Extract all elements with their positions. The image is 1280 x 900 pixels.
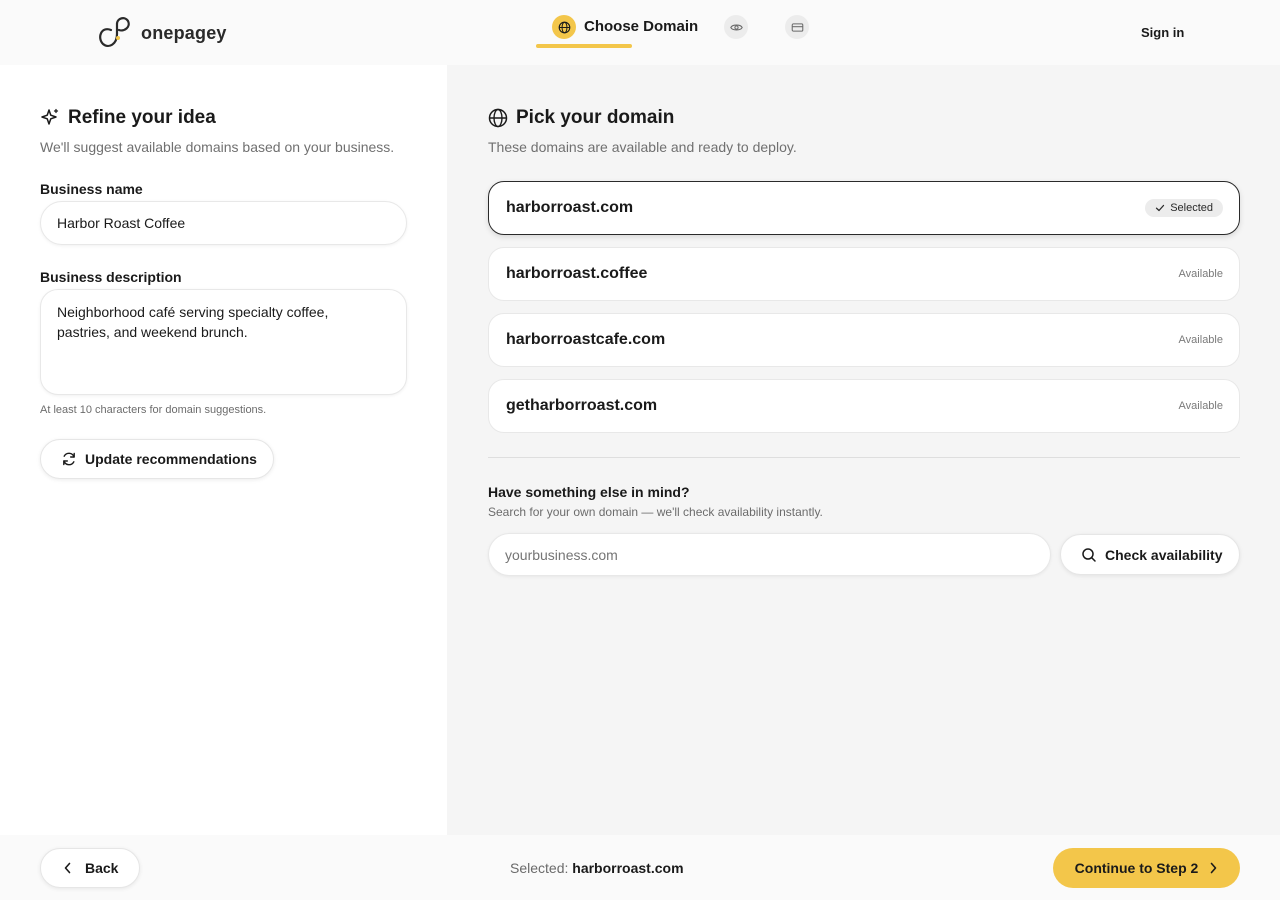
selected-domain: harborroast.com — [572, 860, 684, 876]
step-preview[interactable] — [724, 15, 748, 39]
custom-domain-title: Have something else in mind? — [488, 484, 690, 500]
back-button[interactable]: Back — [40, 848, 140, 888]
refine-subtitle: We'll suggest available domains based on… — [40, 139, 395, 155]
check-icon — [1156, 204, 1165, 212]
business-description-input[interactable]: Neighborhood café serving specialty coff… — [40, 289, 407, 395]
business-name-label: Business name — [40, 181, 143, 197]
domain-panel: Pick your domain These domains are avail… — [447, 65, 1280, 835]
domain-name: harborroast.com — [506, 199, 634, 216]
logo-icon — [99, 17, 130, 48]
pick-domain-title: Pick your domain — [488, 107, 674, 129]
globe-icon — [552, 15, 576, 39]
custom-domain-input[interactable] — [488, 533, 1051, 576]
step-label: Choose Domain — [584, 18, 699, 35]
domain-option[interactable]: harborroast.com Selected — [488, 181, 1240, 235]
business-description-label: Business description — [40, 269, 182, 285]
selected-badge: Selected — [1145, 199, 1223, 217]
divider — [488, 457, 1240, 458]
step-nav: Choose Domain — [536, 0, 809, 65]
availability-status: Available — [1178, 268, 1223, 280]
pick-domain-subtitle: These domains are available and ready to… — [488, 139, 797, 155]
update-recommendations-label: Update recommendations — [85, 451, 257, 467]
domain-option[interactable]: harborroastcafe.com Available — [488, 313, 1240, 367]
refine-panel: Refine your idea We'll suggest available… — [0, 65, 447, 835]
check-availability-label: Check availability — [1105, 546, 1223, 563]
step-choose-domain[interactable]: Choose Domain — [536, 0, 698, 49]
availability-status: Available — [1178, 334, 1223, 346]
pick-domain-title-text: Pick your domain — [516, 107, 675, 128]
card-icon — [791, 22, 803, 32]
search-icon — [1082, 547, 1096, 562]
selected-domain-summary: Selected: harborroast.com — [510, 860, 684, 876]
logo-text: onepagey — [141, 22, 227, 43]
business-name-value: Harbor Roast Coffee — [57, 215, 186, 231]
continue-button[interactable]: Continue to Step 2 — [1053, 848, 1240, 888]
update-recommendations-button[interactable]: Update recommendations — [40, 439, 274, 479]
domain-option[interactable]: harborroast.coffee Available — [488, 247, 1240, 301]
refine-title-text: Refine your idea — [68, 107, 216, 128]
business-name-input[interactable]: Harbor Roast Coffee — [40, 201, 407, 245]
continue-label: Continue to Step 2 — [1074, 860, 1199, 876]
business-description-line: Neighborhood café serving specialty coff… — [57, 304, 329, 320]
refresh-icon — [63, 452, 75, 466]
selected-prefix: Selected: — [510, 860, 569, 876]
selected-badge-label: Selected — [1170, 202, 1213, 214]
business-description-line: pastries, and weekend brunch. — [57, 324, 248, 340]
step-payment[interactable] — [785, 15, 809, 39]
domain-name: harborroastcafe.com — [506, 331, 666, 348]
footer-bar: Back Selected: harborroast.com Continue … — [0, 835, 1280, 900]
check-availability-button[interactable]: Check availability — [1060, 534, 1240, 575]
top-bar: onepagey Choose Domain Sign in — [0, 0, 1280, 65]
custom-domain-subtitle: Search for your own domain — we'll check… — [488, 505, 823, 519]
back-label: Back — [85, 860, 119, 876]
domain-name: getharborroast.com — [506, 397, 658, 414]
domain-option[interactable]: getharborroast.com Available — [488, 379, 1240, 433]
availability-status: Available — [1178, 400, 1223, 412]
eye-icon — [729, 24, 743, 30]
globe-icon — [488, 108, 508, 128]
description-hint: At least 10 characters for domain sugges… — [40, 404, 267, 416]
chevron-right-icon — [1211, 862, 1217, 874]
sparkle-icon — [41, 108, 59, 125]
logo[interactable]: onepagey — [97, 16, 227, 50]
chevron-left-icon — [64, 862, 71, 874]
step-underline — [536, 44, 632, 48]
sign-in-link[interactable]: Sign in — [1141, 25, 1184, 40]
refine-title: Refine your idea — [40, 107, 216, 129]
domain-name: harborroast.coffee — [506, 265, 648, 282]
